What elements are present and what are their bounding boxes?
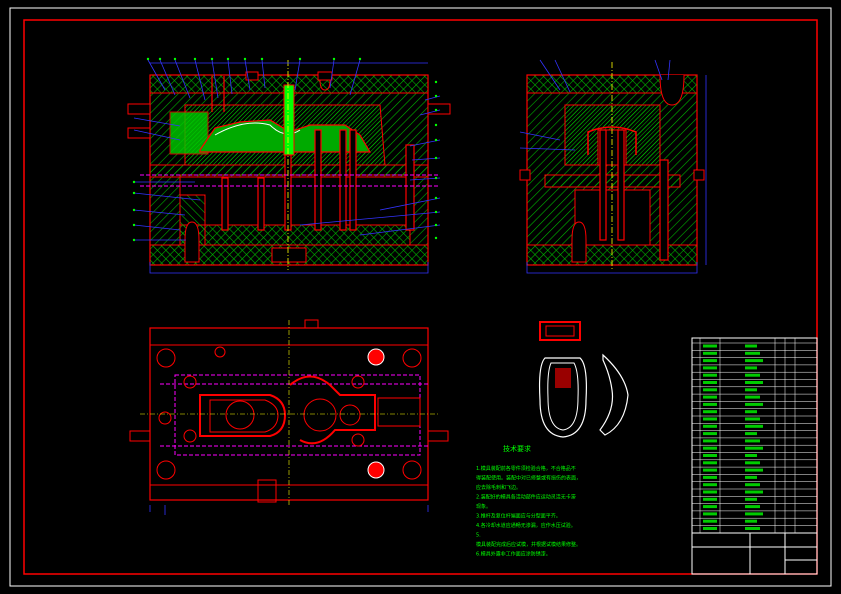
parts-list-cell-mark [745,366,757,370]
parts-list-cell-mark [703,512,717,516]
parts-list-cell-mark [703,344,717,348]
technical-requirements: 技术要求 1.模具装配前各零件须检验合格，不合格品不得装配使用。装配中对已修整或… [476,444,581,558]
plan-view [129,319,449,515]
side-section-view [519,59,707,274]
requirement-line: 4.各冷却水道应通畅无渗漏，应作水压试验。 [476,522,576,529]
parts-list-cell-mark [703,475,717,479]
cad-drawing-canvas: 技术要求 1.模具装配前各零件须检验合格，不合格品不得装配使用。装配中对已修整或… [9,7,832,587]
parts-list-cell-mark [703,490,717,494]
parts-list-cell-mark [745,497,757,501]
parts-list-cell-mark [703,439,717,443]
parts-list [691,337,818,575]
parts-list-cell-mark [745,373,760,377]
parts-list-cell-mark [745,424,763,428]
parts-list-cell-mark [703,395,717,399]
parts-list-cell-mark [745,475,757,479]
parts-list-cell-mark [745,527,760,530]
requirements-list: 1.模具装配前各零件须检验合格，不合格品不得装配使用。装配中对已修整或有损伤的表… [476,465,581,558]
parts-list-cell-mark [745,395,760,399]
parts-list-cell-mark [703,468,717,472]
parts-list-cell-mark [745,388,757,392]
parts-list-cell-mark [703,527,717,530]
parts-list-cell-mark [703,388,717,392]
part-detail-views [538,321,629,438]
parts-list-cell-mark [703,402,717,406]
parts-list-cell-mark [703,454,717,457]
requirement-line: 得装配使用。装配中对已修整或有损伤的表面， [476,475,581,482]
requirement-line: 3.推杆及复位杆端面应与分型面平齐。 [476,513,561,520]
parts-list-cell-mark [745,359,763,363]
parts-list-cell-mark [745,417,760,421]
parts-list-cell-mark [745,461,760,465]
requirements-heading: 技术要求 [503,444,531,453]
parts-list-cell-mark [745,344,757,348]
main-section-view [127,57,451,274]
parts-list-cell-mark [703,519,717,523]
parts-list-cell-mark [745,505,760,509]
parts-list-cell-mark [703,446,717,450]
parts-list-cell-mark [703,461,717,465]
parts-list-cell-mark [703,424,717,428]
parts-list-cell-mark [703,359,717,363]
parts-list-cell-mark [745,490,763,494]
parts-list-cell-mark [745,410,757,414]
requirement-line: 2.装配好的模具各活动部件应运动灵活无卡滞 [476,494,576,501]
requirement-line: 模具装配完成后应试模，并根据试模结果修整。 [476,541,581,548]
requirement-line: 5. [476,533,481,539]
requirement-line: 应去除毛刺和飞边。 [476,484,521,491]
parts-list-cell-mark [703,381,717,384]
parts-list-cell-mark [745,446,763,450]
parts-list-cell-mark [745,402,763,406]
parts-list-cell-mark [703,351,717,355]
parts-list-cell-mark [703,417,717,421]
parts-list-cell-mark [745,468,763,472]
parts-list-cell-mark [745,439,760,443]
parts-list-cell-mark [745,483,760,487]
requirement-line: 现象。 [476,503,491,510]
parts-list-cell-mark [703,366,717,370]
parts-list-cell-mark [703,483,717,487]
parts-list-cell-mark [703,410,717,414]
parts-list-cell-mark [745,512,763,516]
parts-list-cell-mark [703,497,717,501]
requirement-line: 1.模具装配前各零件须检验合格，不合格品不 [476,465,576,472]
parts-list-cell-mark [703,432,717,436]
parts-list-cell-mark [745,351,760,355]
parts-list-cell-mark [745,519,757,523]
parts-list-cell-mark [745,432,757,436]
requirement-line: 6.模具外露非工作面应涂防锈漆。 [476,551,551,558]
parts-list-cell-mark [703,505,717,509]
parts-list-cell-mark [703,373,717,377]
parts-list-cell-mark [745,381,763,384]
parts-list-cell-mark [745,454,757,457]
